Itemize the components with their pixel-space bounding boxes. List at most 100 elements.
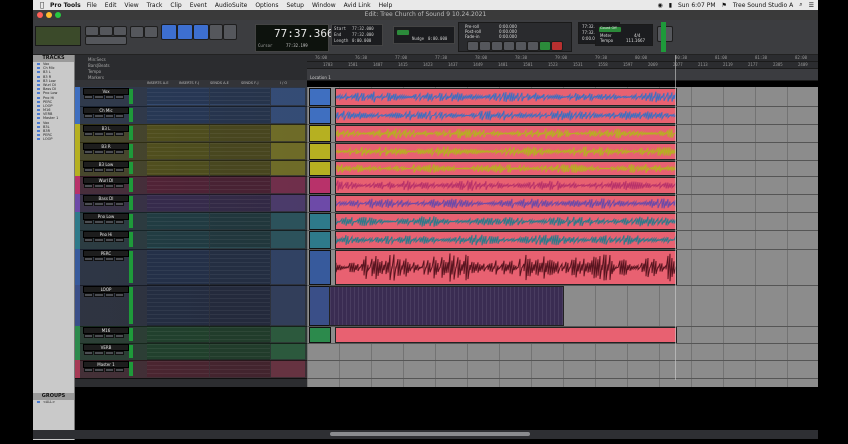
track-color-bar[interactable]: [75, 212, 80, 230]
record-enable-button[interactable]: [84, 114, 94, 118]
solo-button[interactable]: [104, 150, 114, 154]
track-visible-dot[interactable]: [37, 96, 40, 99]
audio-clip[interactable]: [335, 327, 677, 343]
solo-button[interactable]: [104, 114, 114, 118]
end-value[interactable]: 77:32.000: [352, 32, 374, 37]
track-sends[interactable]: [210, 161, 270, 177]
timeline-rulers[interactable]: 76:00 76:30 77:00 77:30 78:00 78:30 79:00 79:30…: [307, 55, 818, 81]
track-color-bar[interactable]: [75, 326, 80, 343]
track-color-bar[interactable]: [75, 142, 80, 160]
track-io[interactable]: [271, 344, 305, 359]
track-lane[interactable]: [307, 194, 818, 213]
send-slot[interactable]: [210, 137, 270, 141]
zoom-window-button[interactable]: [55, 12, 61, 18]
track-header-row[interactable]: B3 L: [75, 124, 307, 143]
track-sends[interactable]: [210, 250, 270, 286]
track-header-row[interactable]: Bass DI: [75, 194, 307, 213]
track-header-row[interactable]: VERB: [75, 343, 307, 361]
menu-track[interactable]: Track: [147, 2, 163, 9]
menu-edit[interactable]: Edit: [105, 2, 117, 9]
solo-button[interactable]: [104, 202, 114, 206]
insert-slot[interactable]: [147, 137, 209, 141]
wifi-icon[interactable]: ◉: [657, 2, 662, 9]
insert-slot[interactable]: [147, 225, 209, 229]
track-visible-dot[interactable]: [37, 88, 40, 91]
track-inserts[interactable]: [147, 231, 209, 248]
track-visible-dot[interactable]: [37, 121, 40, 124]
insert-slot[interactable]: [147, 373, 209, 377]
track-lane[interactable]: [307, 360, 818, 379]
audio-clip[interactable]: [335, 195, 677, 212]
track-sends[interactable]: [210, 213, 270, 229]
track-lane[interactable]: [307, 160, 818, 177]
record-enable-button[interactable]: [84, 334, 94, 338]
track-lane[interactable]: [307, 230, 818, 250]
audio-clip[interactable]: [335, 88, 677, 106]
track-name[interactable]: Ch Mic: [83, 107, 129, 114]
track-sends[interactable]: [210, 195, 270, 211]
track-visible-dot[interactable]: [37, 92, 40, 95]
app-menu[interactable]: Pro Tools: [50, 2, 81, 9]
track-color-bar[interactable]: [75, 124, 80, 142]
mute-button[interactable]: [114, 184, 124, 188]
record-enable-button[interactable]: [84, 293, 94, 297]
track-inserts[interactable]: [147, 125, 209, 141]
mute-button[interactable]: [114, 168, 124, 172]
input-monitor-button[interactable]: [94, 150, 104, 154]
track-io[interactable]: [271, 195, 305, 211]
audio-clip[interactable]: [335, 161, 677, 176]
track-sends[interactable]: [210, 231, 270, 248]
track-sends[interactable]: [210, 143, 270, 159]
menu-audiosuite[interactable]: AudioSuite: [215, 2, 247, 9]
menu-help[interactable]: Help: [379, 2, 393, 9]
track-header-row[interactable]: Ch Mic: [75, 106, 307, 125]
track-color-bar[interactable]: [75, 343, 80, 360]
insert-slot[interactable]: [147, 189, 209, 193]
track-name[interactable]: B3 L: [83, 125, 129, 132]
solo-button[interactable]: [104, 168, 114, 172]
track-lane[interactable]: [307, 326, 818, 344]
audio-clip[interactable]: [335, 250, 677, 285]
track-io[interactable]: [271, 361, 305, 377]
zoom-out-button[interactable]: [85, 26, 99, 36]
track-lane[interactable]: [307, 142, 818, 161]
mute-button[interactable]: [114, 202, 124, 206]
solo-button[interactable]: [104, 368, 114, 372]
mute-button[interactable]: [114, 150, 124, 154]
track-name[interactable]: Vox: [83, 88, 129, 95]
solo-button[interactable]: [104, 334, 114, 338]
track-name[interactable]: Bass DI: [83, 195, 129, 202]
track-name[interactable]: Master 1: [83, 361, 129, 368]
record-enable-button[interactable]: [84, 202, 94, 206]
input-monitor-button[interactable]: [94, 238, 104, 242]
record-enable-button[interactable]: [84, 368, 94, 372]
track-name[interactable]: M16: [83, 327, 129, 334]
record-enable-button[interactable]: [84, 351, 94, 355]
fast-forward-button[interactable]: [515, 41, 527, 51]
track-color-bar[interactable]: [75, 87, 80, 106]
input-monitor-button[interactable]: [94, 220, 104, 224]
solo-button[interactable]: [104, 238, 114, 242]
mute-button[interactable]: [114, 238, 124, 242]
track-visible-dot[interactable]: [37, 117, 40, 120]
track-header-row[interactable]: PERC: [75, 249, 307, 286]
send-slot[interactable]: [210, 373, 270, 377]
track-io[interactable]: [271, 143, 305, 159]
play-button[interactable]: [503, 41, 515, 51]
track-inserts[interactable]: [147, 195, 209, 211]
menubar-clock[interactable]: Sun 6:07 PM: [678, 2, 716, 9]
track-header-row[interactable]: Pno Low: [75, 212, 307, 231]
menubar-user[interactable]: Tree Sound Studio A: [733, 2, 793, 9]
track-name[interactable]: Wurl DI: [83, 177, 129, 184]
trim-tool[interactable]: [144, 26, 158, 38]
solo-button[interactable]: [104, 184, 114, 188]
track-inserts[interactable]: [147, 88, 209, 105]
menu-clip[interactable]: Clip: [170, 2, 181, 9]
solo-button[interactable]: [104, 293, 114, 297]
track-header-row[interactable]: Wurl DI: [75, 176, 307, 195]
send-slot[interactable]: [210, 155, 270, 159]
zoom-in-button[interactable]: [99, 26, 113, 36]
solo-button[interactable]: [104, 257, 114, 261]
track-inserts[interactable]: [147, 161, 209, 177]
track-lane[interactable]: [307, 249, 818, 286]
